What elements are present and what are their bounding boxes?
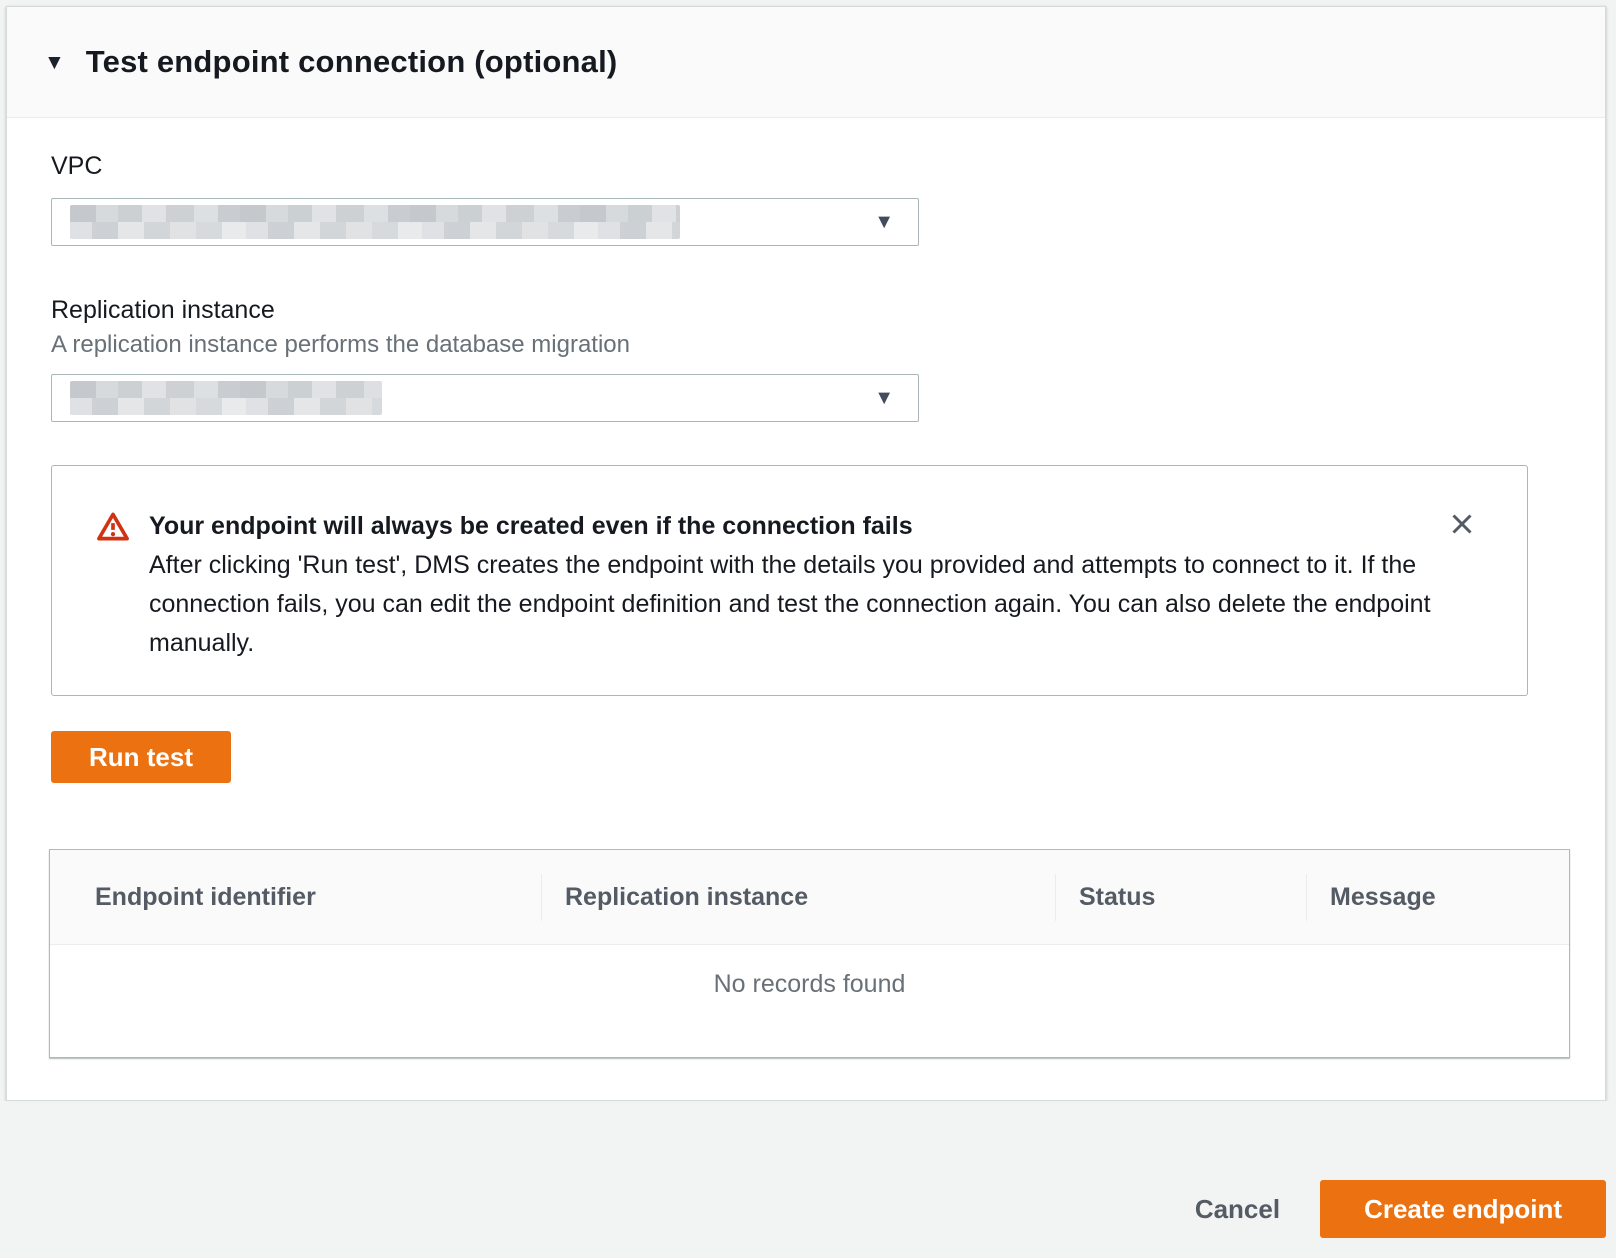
form-action-bar: Cancel Create endpoint bbox=[0, 1101, 1616, 1258]
column-header-endpoint-identifier: Endpoint identifier bbox=[50, 850, 541, 944]
table-header-row: Endpoint identifier Replication instance… bbox=[50, 850, 1569, 945]
column-header-message: Message bbox=[1306, 850, 1569, 944]
redacted-vpc-value bbox=[70, 205, 680, 239]
close-icon bbox=[1447, 527, 1477, 542]
caret-down-icon: ▼ bbox=[874, 388, 894, 408]
vpc-label: VPC bbox=[51, 152, 1561, 180]
no-records-text: No records found bbox=[714, 970, 906, 1057]
alert-body: After clicking 'Run test', DMS creates t… bbox=[149, 546, 1447, 663]
column-header-status: Status bbox=[1055, 850, 1306, 944]
alert-title: Your endpoint will always be created eve… bbox=[149, 507, 1447, 546]
create-endpoint-button[interactable]: Create endpoint bbox=[1320, 1180, 1606, 1238]
collapsible-section-header[interactable]: ▼ Test endpoint connection (optional) bbox=[7, 7, 1605, 118]
replication-instance-select[interactable]: ▼ bbox=[51, 374, 919, 422]
replication-instance-description: A replication instance performs the data… bbox=[51, 333, 1561, 357]
column-header-replication-instance: Replication instance bbox=[541, 850, 1055, 944]
cancel-button[interactable]: Cancel bbox=[1195, 1194, 1280, 1225]
redacted-replication-value bbox=[70, 381, 382, 415]
panel-body: VPC ▼ Replication instance A replication… bbox=[7, 118, 1605, 1058]
run-test-button[interactable]: Run test bbox=[51, 731, 231, 783]
test-endpoint-panel: ▼ Test endpoint connection (optional) VP… bbox=[6, 6, 1606, 1101]
alert-close-button[interactable] bbox=[1447, 509, 1477, 539]
alert-content: Your endpoint will always be created eve… bbox=[149, 507, 1447, 663]
test-results-table: Endpoint identifier Replication instance… bbox=[49, 849, 1570, 1058]
warning-alert: Your endpoint will always be created eve… bbox=[51, 465, 1528, 696]
caret-down-icon: ▼ bbox=[874, 212, 894, 232]
collapse-triangle-icon: ▼ bbox=[44, 52, 65, 73]
warning-icon bbox=[96, 511, 130, 547]
table-empty-state: No records found bbox=[50, 945, 1569, 1057]
section-title: Test endpoint connection (optional) bbox=[86, 44, 618, 80]
action-buttons: Cancel Create endpoint bbox=[1195, 1180, 1606, 1238]
vpc-select[interactable]: ▼ bbox=[51, 198, 919, 246]
replication-instance-label: Replication instance bbox=[51, 296, 1561, 324]
